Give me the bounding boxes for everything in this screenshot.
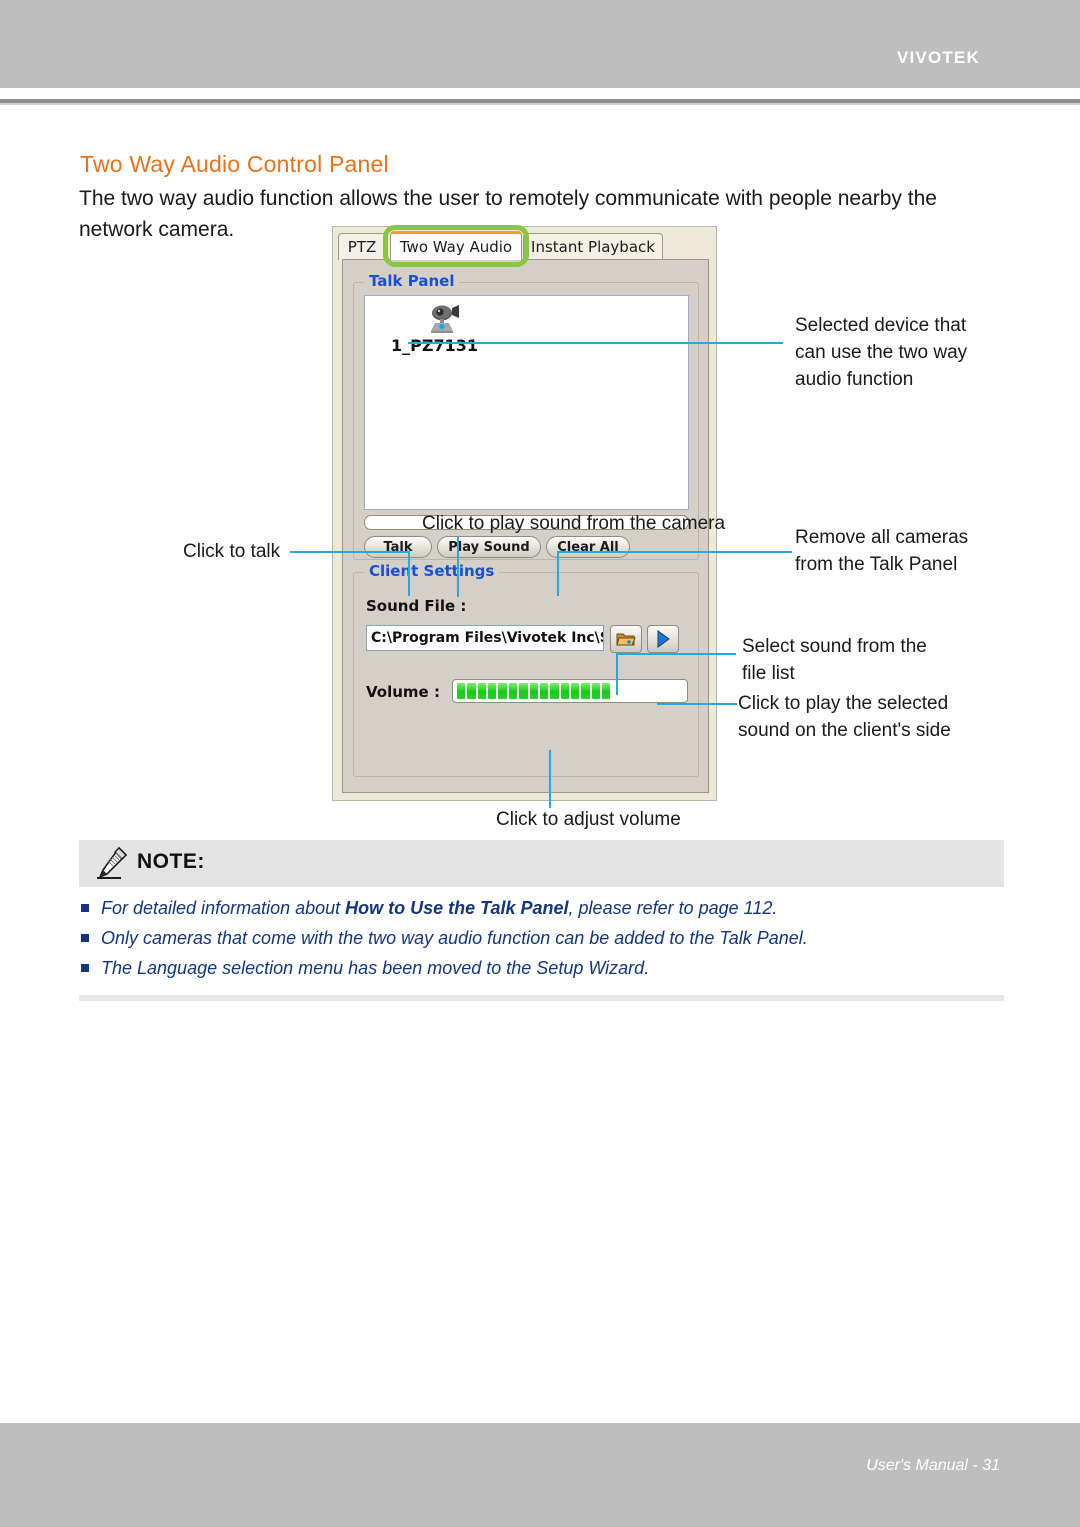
note-list: For detailed information about How to Us… [79, 896, 1004, 986]
callout-device-line1: Selected device that [795, 315, 967, 336]
callout-clearall-line2: from the Talk Panel [795, 554, 958, 575]
callout-clearall-line1: Remove all cameras [795, 527, 969, 548]
leader-talk-v [408, 551, 410, 596]
device-name-label: 1_PZ7131 [391, 336, 478, 355]
volume-segment-filled [477, 683, 487, 699]
tab-ptz[interactable]: PTZ [338, 233, 386, 260]
section-divider [79, 995, 1004, 1001]
volume-segment-filled [602, 683, 611, 699]
volume-segment-empty [622, 683, 632, 699]
volume-segment-empty [664, 683, 673, 699]
tab-strip: PTZ Two Way Audio Instant Playback [333, 225, 718, 267]
callout-browse-line2: file list [742, 663, 795, 684]
folder-open-icon [616, 633, 636, 646]
page-footer: User's Manual - 31 [0, 1423, 1080, 1527]
leader-browse-h [616, 653, 736, 655]
note-item: The Language selection menu has been mov… [79, 956, 1004, 981]
footer-page-label: User's Manual - 31 [866, 1457, 1000, 1474]
intro-line-1: The two way audio function allows the us… [79, 187, 937, 210]
note-title: NOTE: [137, 850, 205, 873]
volume-segment-filled [519, 683, 528, 699]
tab-two-way-audio[interactable]: Two Way Audio [390, 231, 522, 260]
play-triangle-icon [657, 630, 670, 648]
volume-segment-filled [550, 683, 559, 699]
note-item-pre: For detailed information about [101, 898, 346, 918]
note-item-pre: The Language selection menu has been mov… [101, 958, 650, 978]
volume-segment-empty [643, 683, 652, 699]
page-title: Two Way Audio Control Panel [80, 151, 389, 178]
note-item: Only cameras that come with the two way … [79, 926, 1004, 951]
volume-segment-empty [633, 683, 642, 699]
volume-segment-filled [488, 683, 497, 699]
play-sound-button[interactable]: Play Sound [437, 536, 541, 558]
note-item-pre: Only cameras that come with the two way … [101, 928, 808, 948]
leader-clearall-h [557, 551, 792, 553]
volume-segment-empty [674, 683, 683, 699]
leader-talk-h [290, 551, 410, 553]
callout-device-line2: can use the two way [795, 342, 968, 363]
leader-playfile-h [657, 703, 737, 705]
note-item-strong: How to Use the Talk Panel [345, 898, 569, 918]
pencil-icon [97, 846, 128, 879]
note-box: NOTE: [79, 840, 1004, 887]
volume-segment-filled [570, 683, 580, 699]
leader-volume-v [549, 750, 551, 808]
tab-instant-playback[interactable]: Instant Playback [523, 233, 663, 260]
volume-segment-filled [467, 683, 476, 699]
device-list[interactable]: 1_PZ7131 [364, 295, 689, 510]
device-list-item[interactable]: 1_PZ7131 [389, 304, 499, 355]
volume-segment-filled [529, 683, 538, 699]
callout-selected-device: Selected device that can use the two way… [795, 312, 995, 393]
callout-play-client-side: Click to play the selected sound on the … [738, 690, 998, 744]
volume-segment-empty [653, 683, 663, 699]
volume-segment-filled [498, 683, 507, 699]
callout-remove-all-cameras: Remove all cameras from the Talk Panel [795, 524, 1005, 578]
volume-segment-filled [560, 683, 569, 699]
volume-segment-filled [591, 683, 601, 699]
play-sound-file-button[interactable] [647, 625, 679, 653]
callout-playfile-line1: Click to play the selected [738, 693, 949, 714]
callout-select-sound-file: Select sound from the file list [742, 633, 972, 687]
sound-file-label: Sound File : [366, 597, 467, 615]
talk-button[interactable]: Talk [364, 536, 432, 558]
volume-segment-filled [457, 683, 466, 699]
page-content: Two Way Audio Control Panel The two way … [0, 0, 1080, 1527]
volume-segment-filled [508, 683, 518, 699]
leader-browse-v [616, 653, 618, 695]
volume-segment-filled [581, 683, 590, 699]
client-settings-group: Client Settings Sound File : C:\Program … [353, 562, 699, 777]
sound-file-input[interactable]: C:\Program Files\Vivotek Inc\S1 [366, 625, 604, 651]
callout-click-to-talk: Click to talk [183, 541, 281, 562]
callout-browse-line1: Select sound from the [742, 636, 927, 657]
callout-playfile-line2: sound on the client's side [738, 720, 951, 741]
note-bullet-icon [81, 934, 89, 942]
leader-device-h [408, 342, 783, 344]
note-item: For detailed information about How to Us… [79, 896, 1004, 921]
volume-label: Volume : [366, 683, 440, 701]
callout-device-line3: audio function [795, 369, 914, 390]
note-bullet-icon [81, 964, 89, 972]
callout-adjust-volume: Click to adjust volume [496, 809, 681, 830]
leader-playsound-v [457, 537, 459, 597]
leader-clearall-v [557, 551, 559, 596]
callout-play-sound-from-camera: Click to play sound from the camera [422, 513, 726, 534]
client-settings-legend: Client Settings [364, 562, 500, 580]
volume-slider[interactable] [452, 679, 688, 703]
note-item-post: , please refer to page 112. [568, 898, 778, 918]
note-bullet-icon [81, 904, 89, 912]
browse-file-button[interactable] [610, 625, 642, 653]
talk-panel-legend: Talk Panel [364, 272, 460, 290]
volume-segment-filled [539, 683, 549, 699]
network-camera-icon [431, 305, 459, 333]
